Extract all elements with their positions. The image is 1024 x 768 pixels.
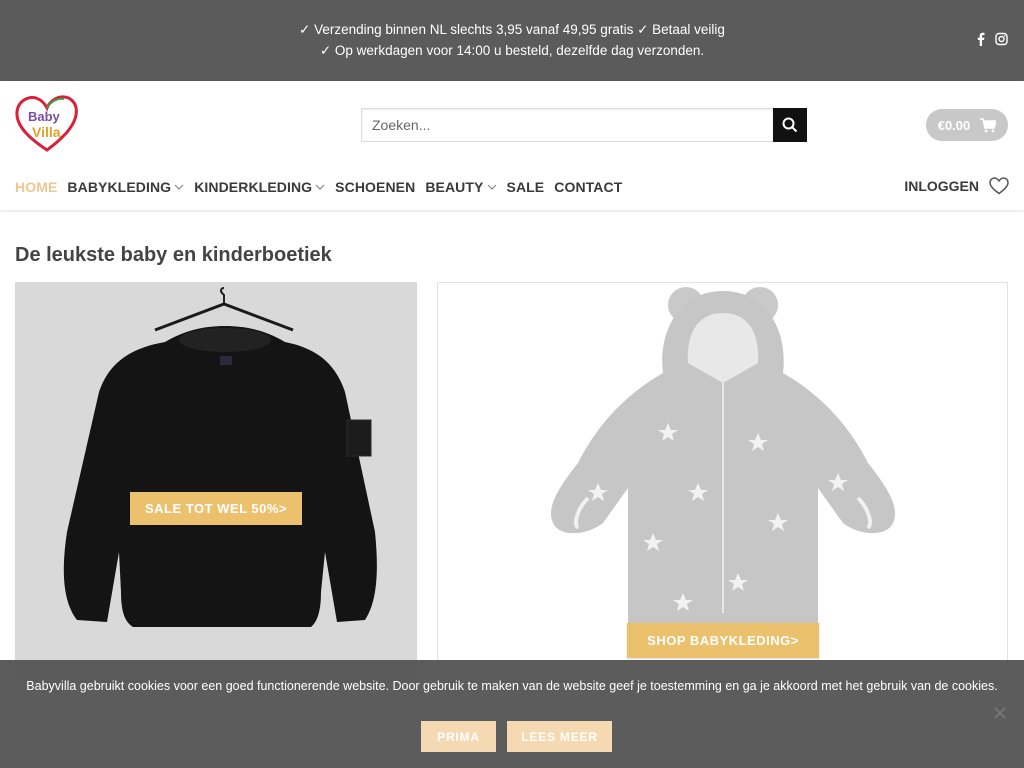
- login-link[interactable]: INLOGGEN: [904, 178, 979, 194]
- nav-label: BABYKLEDING: [67, 179, 172, 195]
- nav-label: BEAUTY: [425, 179, 484, 195]
- search-input[interactable]: [361, 108, 773, 142]
- cookie-buttons: PRIMA LEES MEER: [421, 721, 612, 752]
- account-nav: INLOGGEN: [904, 177, 1009, 195]
- main-nav: HOME BABYKLEDING KINDERKLEDING SCHOENEN …: [15, 179, 632, 195]
- page-title: De leukste baby en kinderboetiek: [15, 244, 332, 266]
- shipping-message: ✓ Verzending binnen NL slechts 3,95 vana…: [0, 19, 1024, 61]
- nav-label: HOME: [15, 179, 58, 195]
- nav-item-sale[interactable]: SALE: [507, 179, 545, 195]
- shipping-line-1: ✓ Verzending binnen NL slechts 3,95 vana…: [299, 22, 725, 37]
- nav-item-beauty[interactable]: BEAUTY: [425, 179, 496, 195]
- wishlist-heart-icon[interactable]: [989, 177, 1009, 195]
- nav-label: CONTACT: [554, 179, 623, 195]
- banner-babykleding[interactable]: SHOP BABYKLEDING>: [437, 282, 1008, 682]
- cookie-read-more-button[interactable]: LEES MEER: [507, 721, 612, 752]
- chevron-down-icon: [487, 184, 496, 190]
- nav-item-schoenen[interactable]: SCHOENEN: [335, 179, 415, 195]
- sale-cta-button[interactable]: SALE TOT WEL 50%>: [130, 492, 302, 525]
- nav-label: SALE: [506, 179, 545, 195]
- black-sweater-image: [15, 282, 417, 682]
- nav-item-contact[interactable]: CONTACT: [554, 179, 622, 195]
- nav-label: KINDERKLEDING: [194, 179, 313, 195]
- close-icon[interactable]: [994, 707, 1006, 719]
- cookie-text: Babyvilla gebruikt cookies voor een goed…: [26, 679, 998, 693]
- social-links: [975, 32, 1008, 46]
- nav-label: SCHOENEN: [335, 179, 416, 195]
- facebook-icon[interactable]: [975, 32, 987, 46]
- svg-text:Villa: Villa: [32, 124, 61, 140]
- chevron-down-icon: [174, 184, 184, 190]
- site-header: Baby Villa €0.00 HOME BABYKLEDING KINDER…: [0, 81, 1024, 210]
- cookie-notice: Babyvilla gebruikt cookies voor een goed…: [0, 660, 1024, 768]
- nav-item-kinderkleding[interactable]: KINDERKLEDING: [194, 179, 325, 195]
- shop-babykleding-button[interactable]: SHOP BABYKLEDING>: [627, 623, 819, 658]
- cart-total: €0.00: [937, 117, 971, 133]
- banner-sale[interactable]: SALE TOT WEL 50%>: [15, 282, 417, 682]
- top-announcement-bar: ✓ Verzending binnen NL slechts 3,95 vana…: [0, 0, 1024, 81]
- babyvilla-logo[interactable]: Baby Villa: [14, 95, 80, 153]
- cart-button[interactable]: €0.00: [926, 109, 1008, 141]
- cookie-accept-button[interactable]: PRIMA: [421, 721, 496, 752]
- search-form: [361, 108, 807, 142]
- chevron-down-icon: [315, 184, 325, 190]
- search-button[interactable]: [773, 108, 807, 142]
- shipping-line-2: ✓ Op werkdagen voor 14:00 u besteld, dez…: [319, 43, 705, 58]
- cart-icon: [980, 117, 997, 132]
- instagram-icon[interactable]: [995, 32, 1008, 46]
- svg-text:Baby: Baby: [28, 109, 61, 124]
- nav-item-babykleding[interactable]: BABYKLEDING: [67, 179, 184, 195]
- search-icon: [782, 117, 798, 133]
- nav-item-home[interactable]: HOME: [15, 179, 57, 195]
